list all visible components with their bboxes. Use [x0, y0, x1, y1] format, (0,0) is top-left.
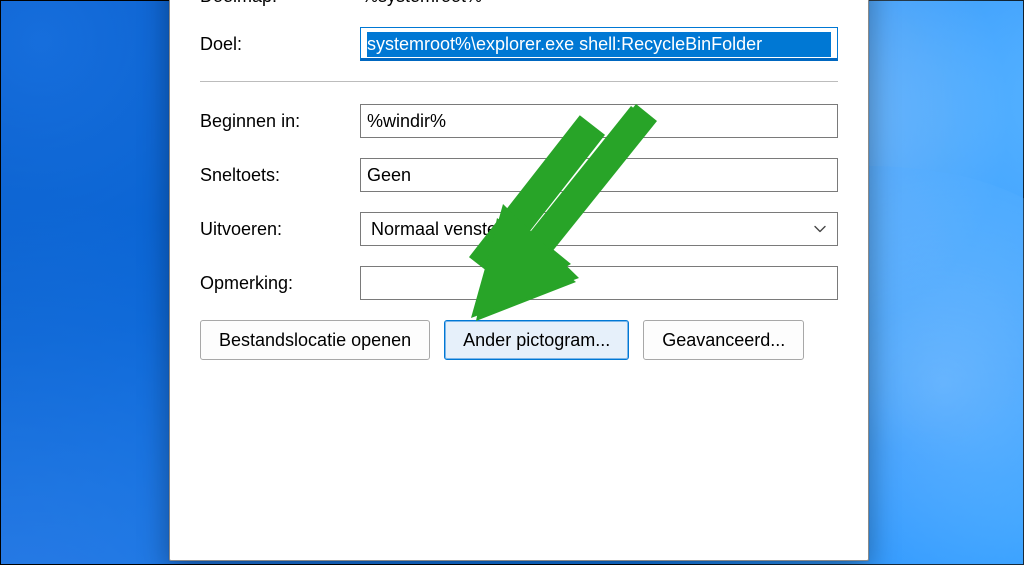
shortcut-properties-dialog: Doelmap: %systemroot% Doel: systemroot%\… [169, 0, 869, 561]
start-in-input[interactable] [360, 104, 838, 138]
section-divider [200, 81, 838, 82]
shortcut-key-label: Sneltoets: [200, 165, 360, 186]
run-select[interactable]: Normaal venster [360, 212, 838, 246]
comment-input[interactable] [360, 266, 838, 300]
chevron-down-icon [813, 222, 827, 236]
target-folder-row: Doelmap: %systemroot% [200, 0, 838, 7]
shortcut-key-input[interactable] [360, 158, 838, 192]
target-folder-label: Doelmap: [200, 0, 360, 7]
target-input[interactable]: systemroot%\explorer.exe shell:RecycleBi… [360, 27, 838, 61]
run-row: Uitvoeren: Normaal venster [200, 212, 838, 246]
target-folder-value: %systemroot% [360, 0, 838, 7]
target-input-text: systemroot%\explorer.exe shell:RecycleBi… [367, 32, 831, 57]
advanced-button[interactable]: Geavanceerd... [643, 320, 804, 360]
start-in-row: Beginnen in: [200, 104, 838, 138]
comment-row: Opmerking: [200, 266, 838, 300]
run-select-value: Normaal venster [371, 219, 503, 240]
target-row: Doel: systemroot%\explorer.exe shell:Rec… [200, 27, 838, 61]
start-in-label: Beginnen in: [200, 111, 360, 132]
run-label: Uitvoeren: [200, 219, 360, 240]
shortcut-key-row: Sneltoets: [200, 158, 838, 192]
open-file-location-button[interactable]: Bestandslocatie openen [200, 320, 430, 360]
comment-label: Opmerking: [200, 273, 360, 294]
target-label: Doel: [200, 34, 360, 55]
button-row: Bestandslocatie openen Ander pictogram..… [200, 320, 838, 360]
change-icon-button[interactable]: Ander pictogram... [444, 320, 629, 360]
